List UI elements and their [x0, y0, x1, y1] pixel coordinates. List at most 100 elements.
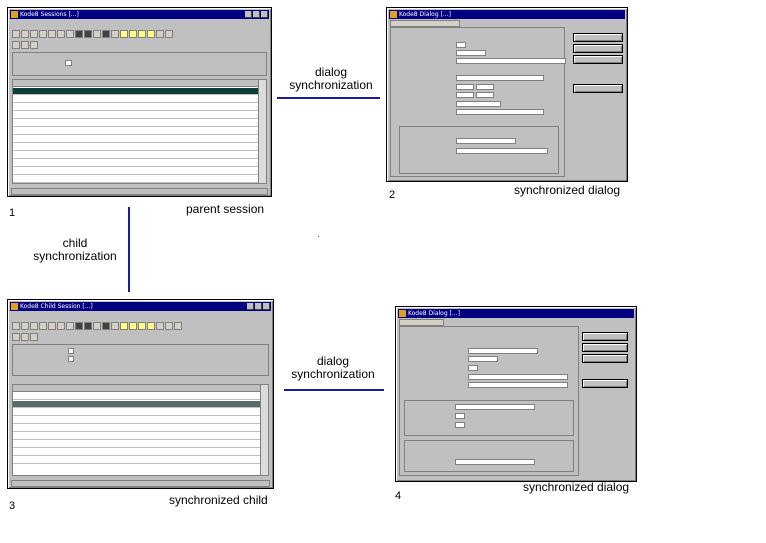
window-4-button-cancel[interactable] — [582, 343, 628, 352]
close-icon[interactable] — [263, 303, 270, 310]
window-3-toolbar[interactable] — [12, 321, 269, 330]
table-row[interactable] — [13, 425, 260, 432]
window-2-button-apply[interactable] — [573, 55, 623, 64]
window-4-field[interactable] — [468, 331, 498, 337]
toolbar-button-icon[interactable] — [75, 29, 83, 38]
toolbar-button-icon[interactable] — [129, 29, 137, 38]
table-row[interactable] — [13, 88, 258, 95]
window-2-field[interactable] — [456, 92, 474, 98]
toolbar-button-icon[interactable] — [39, 321, 47, 330]
table-row[interactable] — [13, 409, 260, 416]
window-2-titlebar[interactable]: Kode8 Dialog [...] — [389, 10, 625, 19]
window-child-session[interactable]: Kode8 Child Session [...] — [7, 299, 274, 489]
toolbar-button-icon[interactable] — [75, 321, 83, 330]
window-3-toolbar-2[interactable] — [12, 332, 269, 341]
table-row[interactable] — [13, 128, 258, 135]
window-3-header-field[interactable] — [68, 356, 74, 362]
toolbar-button-icon[interactable] — [147, 321, 155, 330]
toolbar-button-icon[interactable] — [174, 321, 182, 330]
toolbar-button-icon[interactable] — [12, 29, 20, 38]
table-row[interactable] — [13, 449, 260, 456]
maximize-icon[interactable] — [255, 303, 262, 310]
toolbar-button-icon[interactable] — [30, 332, 38, 341]
table-row[interactable] — [13, 457, 260, 464]
window-2-field[interactable] — [456, 50, 486, 56]
toolbar-button-icon[interactable] — [30, 29, 38, 38]
toolbar-button-icon[interactable] — [156, 321, 164, 330]
window-2-button-cancel[interactable] — [573, 44, 623, 53]
window-4-button-ok[interactable] — [582, 332, 628, 341]
toolbar-button-icon[interactable] — [93, 29, 101, 38]
window-4-button-help[interactable] — [582, 379, 628, 388]
table-row[interactable] — [13, 136, 258, 143]
window-4-field[interactable] — [455, 459, 535, 465]
table-row[interactable] — [13, 417, 260, 424]
window-2-field[interactable] — [476, 92, 494, 98]
window-4-field[interactable] — [468, 365, 478, 371]
table-row[interactable] — [13, 152, 258, 159]
toolbar-button-icon[interactable] — [111, 29, 119, 38]
window-3-titlebar[interactable]: Kode8 Child Session [...] — [10, 302, 271, 311]
table-row[interactable] — [13, 393, 260, 400]
table-row[interactable] — [13, 160, 258, 167]
window-4-field[interactable] — [468, 374, 568, 380]
table-row[interactable] — [13, 120, 258, 127]
window-2-field[interactable] — [456, 84, 474, 90]
window-4-field[interactable] — [468, 382, 568, 388]
window-2-field[interactable] — [456, 138, 516, 144]
table-row[interactable] — [13, 112, 258, 119]
window-3-scrollbar[interactable] — [260, 385, 268, 475]
window-2-field[interactable] — [456, 148, 548, 154]
window-2-button-ok[interactable] — [573, 33, 623, 42]
window-3-controls[interactable] — [247, 303, 270, 310]
window-1-grid[interactable] — [12, 79, 267, 184]
toolbar-button-icon[interactable] — [39, 29, 47, 38]
toolbar-button-icon[interactable] — [138, 321, 146, 330]
window-4-field[interactable] — [468, 348, 538, 354]
toolbar-button-icon[interactable] — [21, 40, 29, 49]
window-1-controls[interactable] — [245, 11, 268, 18]
toolbar-button-icon[interactable] — [147, 29, 155, 38]
window-1-toolbar-2[interactable] — [12, 40, 267, 49]
toolbar-button-icon[interactable] — [57, 29, 65, 38]
window-1-menubar[interactable] — [11, 20, 268, 28]
toolbar-button-icon[interactable] — [21, 29, 29, 38]
toolbar-button-icon[interactable] — [93, 321, 101, 330]
toolbar-button-icon[interactable] — [30, 40, 38, 49]
window-dialog-2[interactable]: Kode8 Dialog [...] — [386, 7, 628, 182]
window-4-tab-strip[interactable] — [399, 319, 444, 326]
toolbar-button-icon[interactable] — [48, 29, 56, 38]
window-parent-session[interactable]: Kode8 Sessions [...] — [7, 7, 272, 197]
toolbar-button-icon[interactable] — [120, 321, 128, 330]
toolbar-button-icon[interactable] — [12, 332, 20, 341]
toolbar-button-icon[interactable] — [111, 321, 119, 330]
window-4-button-apply[interactable] — [582, 354, 628, 363]
window-2-field[interactable] — [456, 75, 544, 81]
table-row[interactable] — [13, 176, 258, 183]
toolbar-button-icon[interactable] — [165, 321, 173, 330]
window-2-field[interactable] — [456, 109, 544, 115]
toolbar-button-icon[interactable] — [48, 321, 56, 330]
window-2-button-help[interactable] — [573, 84, 623, 93]
toolbar-button-icon[interactable] — [165, 29, 173, 38]
window-1-titlebar[interactable]: Kode8 Sessions [...] — [10, 10, 269, 19]
table-row[interactable] — [13, 144, 258, 151]
toolbar-button-icon[interactable] — [84, 29, 92, 38]
toolbar-button-icon[interactable] — [21, 332, 29, 341]
toolbar-button-icon[interactable] — [66, 321, 74, 330]
window-4-field[interactable] — [455, 404, 535, 410]
toolbar-button-icon[interactable] — [57, 321, 65, 330]
minimize-icon[interactable] — [247, 303, 254, 310]
toolbar-button-icon[interactable] — [30, 321, 38, 330]
window-1-filter-value[interactable] — [75, 60, 115, 66]
window-2-field[interactable] — [456, 34, 486, 40]
toolbar-button-icon[interactable] — [138, 29, 146, 38]
table-row[interactable] — [13, 168, 258, 175]
toolbar-button-icon[interactable] — [102, 321, 110, 330]
toolbar-button-icon[interactable] — [120, 29, 128, 38]
toolbar-button-icon[interactable] — [66, 29, 74, 38]
table-row[interactable] — [13, 401, 260, 408]
window-3-grid[interactable] — [12, 384, 269, 476]
window-1-filter-field[interactable] — [65, 60, 72, 66]
window-1-toolbar[interactable] — [12, 29, 267, 38]
